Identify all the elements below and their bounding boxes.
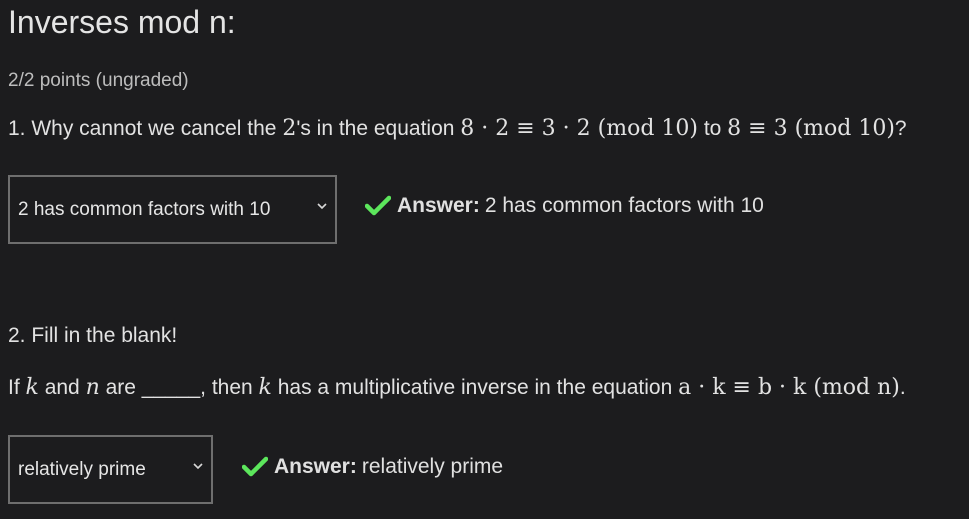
q2-answer-select[interactable]: relatively prime xyxy=(8,435,213,504)
checkmark-icon xyxy=(242,456,268,477)
page-title: Inverses mod n: xyxy=(8,4,236,40)
checkmark-icon xyxy=(365,195,391,216)
chevron-down-icon xyxy=(193,462,203,469)
q1-mid2: to xyxy=(697,117,728,140)
q2-t5: . xyxy=(899,376,906,399)
q2-t3: are _____, then xyxy=(99,376,259,399)
q2-answer-feedback: Answer: relatively prime xyxy=(242,455,503,479)
q2-var-n: n xyxy=(85,375,100,400)
q2-t4: has a multiplicative inverse in the equa… xyxy=(271,376,679,399)
q2-t2: and xyxy=(38,376,86,399)
q1-prefix: 1. Why cannot we cancel the xyxy=(8,117,283,140)
q1-answer-feedback: Answer: 2 has common factors with 10 xyxy=(365,194,764,218)
q2-equation: a · k ≡ b · k (mod n) xyxy=(678,375,900,400)
q2-answer-label: Answer: xyxy=(274,455,357,478)
q1-math-two: 2 xyxy=(282,116,297,141)
q2-t1: If xyxy=(8,376,26,399)
q1-equation-2: 8 ≡ 3 (mod 10) xyxy=(727,116,895,141)
q1-select-value: 2 has common factors with 10 xyxy=(18,198,271,220)
question-2-label: 2. Fill in the blank! xyxy=(8,324,178,347)
q1-suffix: ? xyxy=(894,117,907,140)
problem-page: Inverses mod n: 2/2 points (ungraded) 1.… xyxy=(0,0,969,519)
q2-select-value: relatively prime xyxy=(18,458,146,480)
question-2-text: If k and n are _____, then k has a multi… xyxy=(8,374,906,402)
q1-answer-select[interactable]: 2 has common factors with 10 xyxy=(8,175,337,244)
points-status: 2/2 points (ungraded) xyxy=(8,70,189,91)
q1-answer-label: Answer: xyxy=(397,194,480,217)
q1-mid1: 's in the equation xyxy=(296,117,461,140)
q2-var-k-2: k xyxy=(258,375,272,400)
question-1-text: 1. Why cannot we cancel the 2's in the e… xyxy=(8,115,907,143)
q2-var-k: k xyxy=(25,375,39,400)
chevron-down-icon xyxy=(317,202,327,209)
q1-answer-value: 2 has common factors with 10 xyxy=(484,194,764,217)
q1-equation-1: 8 · 2 ≡ 3 · 2 (mod 10) xyxy=(460,116,698,141)
q2-answer-value: relatively prime xyxy=(361,455,504,478)
